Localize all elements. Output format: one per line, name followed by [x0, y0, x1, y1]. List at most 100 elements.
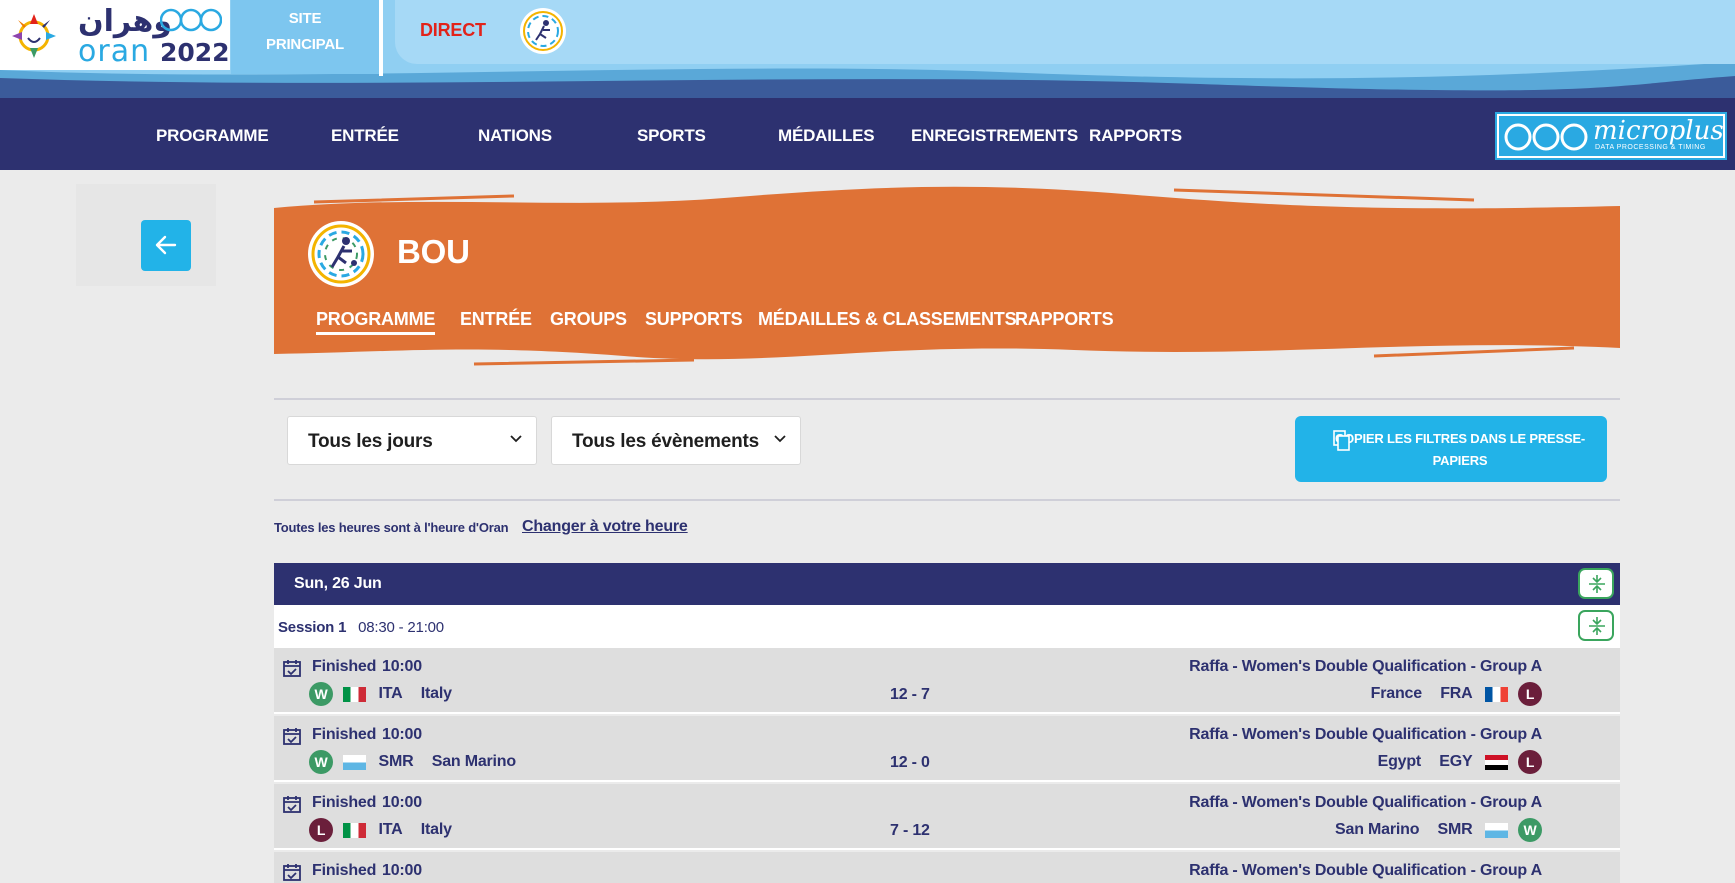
microplus-rings-icon: [1504, 123, 1588, 151]
microplus-wordmark: microplus: [1593, 116, 1724, 146]
days-select[interactable]: Tous les jours: [287, 416, 537, 465]
events-select-value: Tous les évènements: [572, 431, 759, 452]
nav-nations[interactable]: NATIONS: [478, 126, 552, 146]
live-sport-icon[interactable]: [520, 8, 566, 54]
nav-enregistrements[interactable]: ENREGISTREMENTS: [911, 126, 1078, 146]
result-badge: W: [1518, 818, 1542, 842]
match-row[interactable]: Finished 10:00 Raffa - Women's Double Qu…: [274, 648, 1620, 714]
tab-groups[interactable]: GROUPS: [550, 309, 627, 330]
match-status: Finished: [312, 862, 377, 879]
collapse-day-button[interactable]: [1578, 568, 1614, 599]
tab-medailles-classements[interactable]: MÉDAILLES & CLASSEMENTS: [758, 309, 1017, 330]
match-status: Finished: [312, 658, 377, 675]
main-nav: PROGRAMME ENTRÉE NATIONS SPORTS MÉDAILLE…: [0, 98, 1735, 170]
divider-top: [274, 398, 1620, 400]
san-marino-flag-icon: [1484, 822, 1508, 838]
result-badge: W: [309, 750, 333, 774]
tab-rapports[interactable]: RAPPORTS: [1015, 309, 1114, 330]
san-marino-flag-icon: [343, 754, 367, 770]
olympic-rings-icon: [160, 8, 222, 32]
back-button[interactable]: [141, 220, 191, 271]
team-left: W ITA Italy: [309, 682, 452, 706]
team-name: Italy: [420, 685, 452, 702]
nav-entree[interactable]: ENTRÉE: [331, 126, 399, 146]
team-left: W SMR San Marino: [309, 750, 516, 774]
site-principal-line1: SITE: [288, 10, 322, 27]
change-timezone-link[interactable]: Changer à votre heure: [522, 518, 688, 536]
days-select-value: Tous les jours: [308, 431, 433, 452]
team-right: France FRA L: [1371, 682, 1542, 706]
tab-supports[interactable]: SUPPORTS: [645, 309, 743, 330]
calendar-check-icon[interactable]: [282, 658, 302, 678]
italy-flag-icon: [343, 686, 367, 702]
match-status: Finished: [312, 794, 377, 811]
session-row: Session 1 08:30 - 21:00: [274, 605, 1620, 648]
site-principal-line2: PRINCIPAL: [266, 36, 344, 53]
team-code: FRA: [1440, 685, 1473, 702]
sport-banner: [274, 180, 1620, 380]
events-select[interactable]: Tous les évènements: [551, 416, 801, 465]
oran-2022-logo[interactable]: وهران oran 2022: [0, 0, 230, 70]
brand-city: oran: [78, 34, 151, 69]
date-header: Sun, 26 Jun: [274, 563, 1620, 605]
team-right: Egypt EGY L: [1378, 750, 1542, 774]
timezone-note: Toutes les heures sont à l'heure d'Oran: [274, 520, 509, 535]
chevron-down-icon: [510, 435, 522, 443]
banner-brush-shape: [274, 186, 1620, 366]
match-row[interactable]: Finished 10:00 Raffa - Women's Double Qu…: [274, 784, 1620, 850]
result-badge: W: [309, 682, 333, 706]
egypt-flag-icon: [1484, 754, 1508, 770]
nav-sports[interactable]: SPORTS: [637, 126, 706, 146]
nav-programme[interactable]: PROGRAMME: [156, 126, 269, 146]
microplus-logo-body: microplus DATA PROCESSING & TIMING: [1499, 116, 1724, 156]
italy-flag-icon: [343, 822, 367, 838]
boules-sport-icon: [308, 221, 374, 287]
team-code: ITA: [378, 685, 403, 702]
team-name: France: [1370, 685, 1422, 702]
top-divider: [379, 0, 383, 76]
session-label: Session 1: [278, 619, 347, 636]
calendar-check-icon[interactable]: [282, 726, 302, 746]
copy-filters-label: COPIER LES FILTRES DANS LE PRESSE-PAPIER…: [1334, 431, 1586, 468]
match-time: 10:00: [382, 726, 422, 743]
result-badge: L: [1518, 750, 1542, 774]
direct-link[interactable]: DIRECT: [420, 20, 486, 41]
session-time: 08:30 - 21:00: [358, 619, 444, 636]
match-time: 10:00: [382, 862, 422, 879]
team-right: San Marino SMR W: [1335, 818, 1542, 842]
team-name: Egypt: [1377, 753, 1422, 770]
tab-programme[interactable]: PROGRAMME: [316, 309, 435, 335]
chevron-down-icon: [774, 435, 786, 443]
games-emblem-icon: [12, 14, 56, 58]
copy-filters-button[interactable]: COPIER LES FILTRES DANS LE PRESSE-PAPIER…: [1295, 416, 1607, 482]
date-label: Sun, 26 Jun: [294, 575, 382, 592]
calendar-check-icon[interactable]: [282, 794, 302, 814]
divider-bottom: [274, 499, 1620, 501]
match-score: 12 - 7: [890, 686, 930, 703]
team-left: L ITA Italy: [309, 818, 452, 842]
match-row[interactable]: Finished 10:00 Raffa - Women's Double Qu…: [274, 716, 1620, 782]
microplus-sponsor-logo[interactable]: microplus DATA PROCESSING & TIMING: [1495, 112, 1727, 160]
team-code: ITA: [378, 821, 403, 838]
match-event: Raffa - Women's Double Qualification - G…: [1189, 862, 1542, 879]
brand-year: 2022: [160, 38, 230, 67]
team-code: EGY: [1439, 753, 1473, 770]
match-event: Raffa - Women's Double Qualification - G…: [1189, 658, 1542, 675]
collapse-session-button[interactable]: [1578, 610, 1614, 641]
nav-rapports[interactable]: RAPPORTS: [1089, 126, 1182, 146]
site-principal-link[interactable]: SITE PRINCIPAL: [231, 0, 379, 74]
arrow-left-icon: [155, 235, 177, 255]
team-name: San Marino: [1335, 821, 1420, 838]
match-event: Raffa - Women's Double Qualification - G…: [1189, 794, 1542, 811]
match-time: 10:00: [382, 658, 422, 675]
calendar-check-icon[interactable]: [282, 862, 302, 882]
match-row[interactable]: Finished 10:00 Raffa - Women's Double Qu…: [274, 852, 1620, 883]
match-time: 10:00: [382, 794, 422, 811]
team-code: SMR: [378, 753, 414, 770]
tab-entree[interactable]: ENTRÉE: [460, 309, 532, 330]
france-flag-icon: [1484, 686, 1508, 702]
match-status: Finished: [312, 726, 377, 743]
collapse-icon: [1589, 617, 1605, 635]
nav-medailles[interactable]: MÉDAILLES: [778, 126, 875, 146]
team-name: San Marino: [431, 753, 516, 770]
